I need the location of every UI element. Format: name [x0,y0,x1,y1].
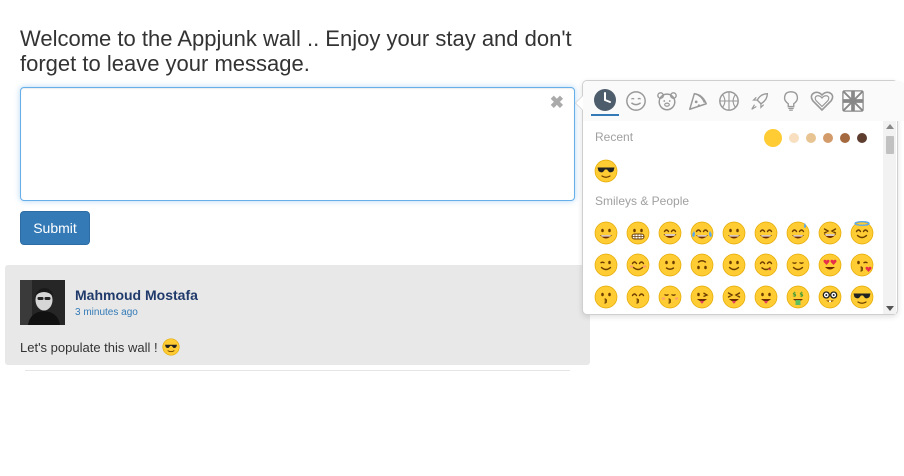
page-heading: Welcome to the Appjunk wall .. Enjoy you… [20,26,572,76]
slightly-smiling-face-icon[interactable] [658,253,682,277]
smiley-icon [625,90,647,112]
uk-flag-icon [842,90,864,112]
lightbulb-icon [780,90,802,112]
rocket-icon [749,90,771,112]
category-label-smileys: Smileys & People [595,194,690,208]
tab-recent[interactable] [591,86,619,116]
basketball-icon [718,90,740,112]
svg-text:$: $ [799,292,803,299]
tab-symbols[interactable] [808,87,836,115]
upside-down-face-icon[interactable] [690,253,714,277]
clear-icon[interactable]: ✖ [550,94,564,111]
clock-icon [593,88,617,112]
skin-tone-4[interactable] [823,133,833,143]
face-with-tongue-squinting-icon[interactable] [722,285,746,309]
skin-tone-2[interactable] [789,133,799,143]
emoji-picker: Recent Smileys & People $ $ [575,80,904,315]
heart-icon [810,90,834,112]
wall-post: Mahmoud Mostafa 3 minutes ago Let's popu… [5,265,590,365]
money-mouth-face-icon[interactable]: $ $ [786,285,810,309]
picker-pointer [575,95,583,111]
avatar [20,280,65,325]
laughing-face-icon[interactable] [818,221,842,245]
divider [25,370,570,371]
scroll-down-arrow-icon[interactable] [886,306,894,311]
grimacing-face-icon[interactable] [626,221,650,245]
tab-activity[interactable] [715,87,743,115]
smiling-face-with-sunglasses-icon[interactable] [594,159,618,183]
sunglasses-emoji-icon [162,338,180,356]
smiling-face-with-open-mouth-icon[interactable] [722,221,746,245]
smiling-face-icon[interactable] [722,253,746,277]
grinning-face-icon[interactable] [594,221,618,245]
emoji-category-tabs [583,81,904,121]
svg-text:$: $ [792,292,796,299]
pizza-icon [687,90,709,112]
grinning-squinting-face-icon[interactable] [658,221,682,245]
tab-food-drink[interactable] [684,87,712,115]
submit-button[interactable]: Submit [20,211,90,245]
smiling-face-with-smiling-eyes-icon[interactable] [626,253,650,277]
tab-travel-places[interactable] [746,87,774,115]
smiling-face-with-halo-icon[interactable] [850,221,874,245]
skin-tone-selector [764,129,867,147]
face-with-tears-of-joy-icon[interactable] [690,221,714,245]
face-with-tongue-winking-icon[interactable] [690,285,714,309]
skin-tone-1[interactable] [764,129,782,147]
smiling-face-with-smiling-eyes-open-mouth-icon[interactable] [754,221,778,245]
kissing-face-with-smiling-eyes-icon[interactable] [626,285,650,309]
relieved-face-icon[interactable] [786,253,810,277]
picker-scrollbar[interactable] [883,121,896,314]
category-label-recent: Recent [595,130,634,144]
face-savoring-food-icon[interactable] [754,253,778,277]
bear-icon [656,90,678,112]
smiling-face-with-heart-eyes-icon[interactable] [818,253,842,277]
post-text: Let's populate this wall ! [20,339,158,355]
kissing-face-icon[interactable] [594,285,618,309]
grinning-face-with-sweat-icon[interactable] [786,221,810,245]
scroll-up-arrow-icon[interactable] [886,124,894,129]
face-with-tongue-icon[interactable] [754,285,778,309]
tab-flags[interactable] [839,87,867,115]
smiling-face-with-sunglasses-icon[interactable] [850,285,874,309]
winking-face-icon[interactable] [594,253,618,277]
tab-smileys-people[interactable] [622,87,650,115]
kissing-face-with-closed-eyes-icon[interactable] [658,285,682,309]
scrollbar-thumb[interactable] [886,136,894,154]
post-body: Let's populate this wall ! [20,338,180,356]
skin-tone-5[interactable] [840,133,850,143]
nerd-face-icon[interactable] [818,285,842,309]
skin-tone-3[interactable] [806,133,816,143]
message-textarea[interactable]: ✖ [20,87,575,201]
emoji-list: Recent Smileys & People $ $ [583,121,881,314]
post-author[interactable]: Mahmoud Mostafa [75,287,198,303]
post-timestamp[interactable]: 3 minutes ago [75,307,138,318]
tab-animals-nature[interactable] [653,87,681,115]
skin-tone-6[interactable] [857,133,867,143]
face-blowing-a-kiss-icon[interactable] [850,253,874,277]
tab-objects[interactable] [777,87,805,115]
